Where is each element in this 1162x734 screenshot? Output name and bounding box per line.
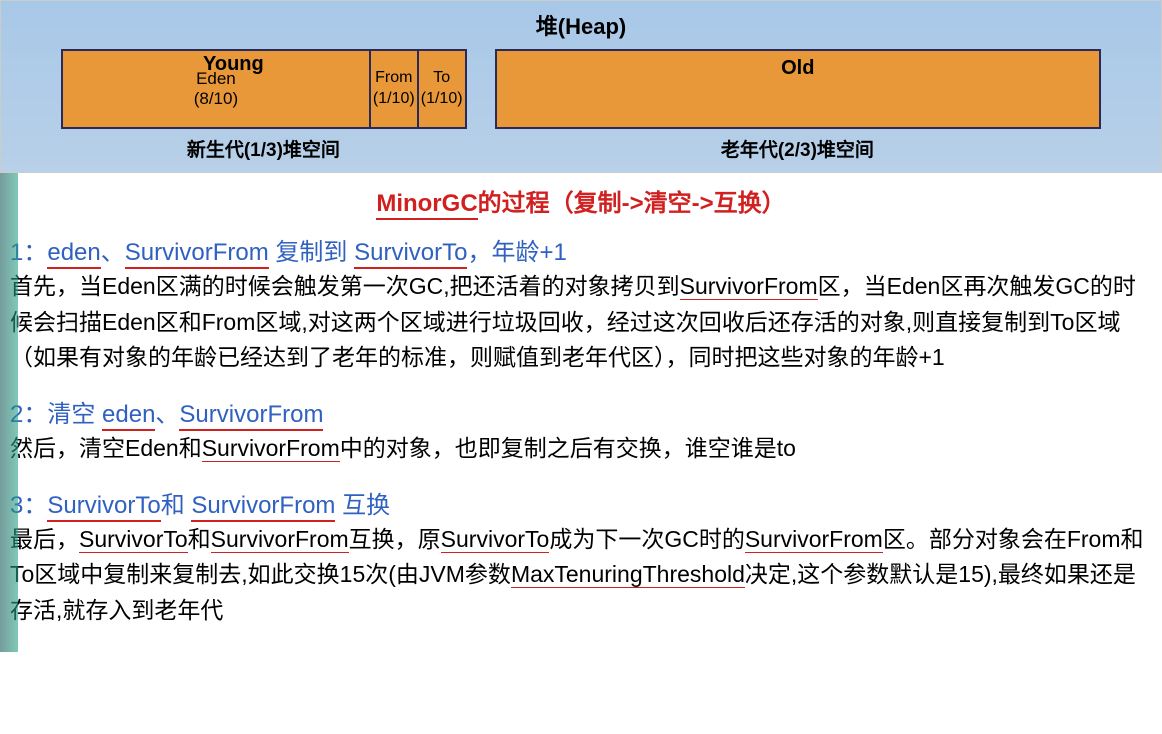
term-maxtenuring: MaxTenuringThreshold: [511, 561, 745, 588]
step3-heading: 3：SurvivorTo和 SurvivorFrom 互换: [10, 485, 1156, 520]
to-ratio: (1/10): [421, 89, 463, 110]
young-label: Young: [203, 53, 264, 76]
step2-heading: 2：清空 eden、SurvivorFrom: [10, 394, 1156, 429]
decorative-side-stripe: [0, 173, 18, 652]
old-generation-block: Old: [495, 49, 1101, 129]
heap-title: 堆(Heap): [13, 9, 1149, 41]
from-sub-block: From (1/10): [371, 51, 419, 127]
caption-young: 新生代(1/3)堆空间: [61, 135, 480, 162]
to-sub-block: To (1/10): [419, 51, 465, 127]
term-survivorfrom2: SurvivorFrom: [179, 401, 323, 431]
caption-old: 老年代(2/3)堆空间: [480, 135, 1101, 162]
to-name: To: [433, 68, 450, 89]
term-eden: eden: [47, 239, 100, 269]
from-ratio: (1/10): [373, 89, 415, 110]
term-survivorfrom-inline2: SurvivorFrom: [202, 435, 340, 462]
heap-blocks-row: Young Eden (8/10) From (1/10) To (1/10) …: [13, 49, 1149, 129]
term-survivorto3: SurvivorTo: [47, 492, 160, 522]
title-term-minorgc: MinorGC: [376, 190, 477, 220]
from-name: From: [375, 68, 412, 89]
term-survivorfrom3: SurvivorFrom: [191, 492, 335, 522]
step1-body: 首先，当Eden区满的时候会触发第一次GC,把还活着的对象拷贝到Survivor…: [10, 269, 1156, 376]
content-area: MinorGC的过程（复制->清空->互换） 1：eden、SurvivorFr…: [0, 173, 1162, 652]
term-survivorfrom: SurvivorFrom: [125, 239, 269, 269]
main-title: MinorGC的过程（复制->清空->互换）: [6, 183, 1156, 218]
step1-heading: 1：eden、SurvivorFrom 复制到 SurvivorTo，年龄+1: [10, 232, 1156, 267]
heap-captions: 新生代(1/3)堆空间 老年代(2/3)堆空间: [13, 135, 1149, 162]
term-survivorto: SurvivorTo: [354, 239, 467, 269]
step3-body: 最后，SurvivorTo和SurvivorFrom互换，原SurvivorTo…: [10, 522, 1156, 629]
title-rest: 的过程（复制->清空->互换）: [478, 190, 786, 217]
term-survivorfrom-inline: SurvivorFrom: [680, 273, 818, 300]
heap-diagram: 堆(Heap) Young Eden (8/10) From (1/10) To…: [0, 0, 1162, 173]
old-label: Old: [781, 57, 814, 80]
term-eden2: eden: [102, 401, 155, 431]
step2-body: 然后，清空Eden和SurvivorFrom中的对象，也即复制之后有交换，谁空谁…: [10, 431, 1156, 467]
young-generation-block: Young Eden (8/10) From (1/10) To (1/10): [61, 49, 467, 129]
eden-ratio: (8/10): [194, 89, 238, 109]
